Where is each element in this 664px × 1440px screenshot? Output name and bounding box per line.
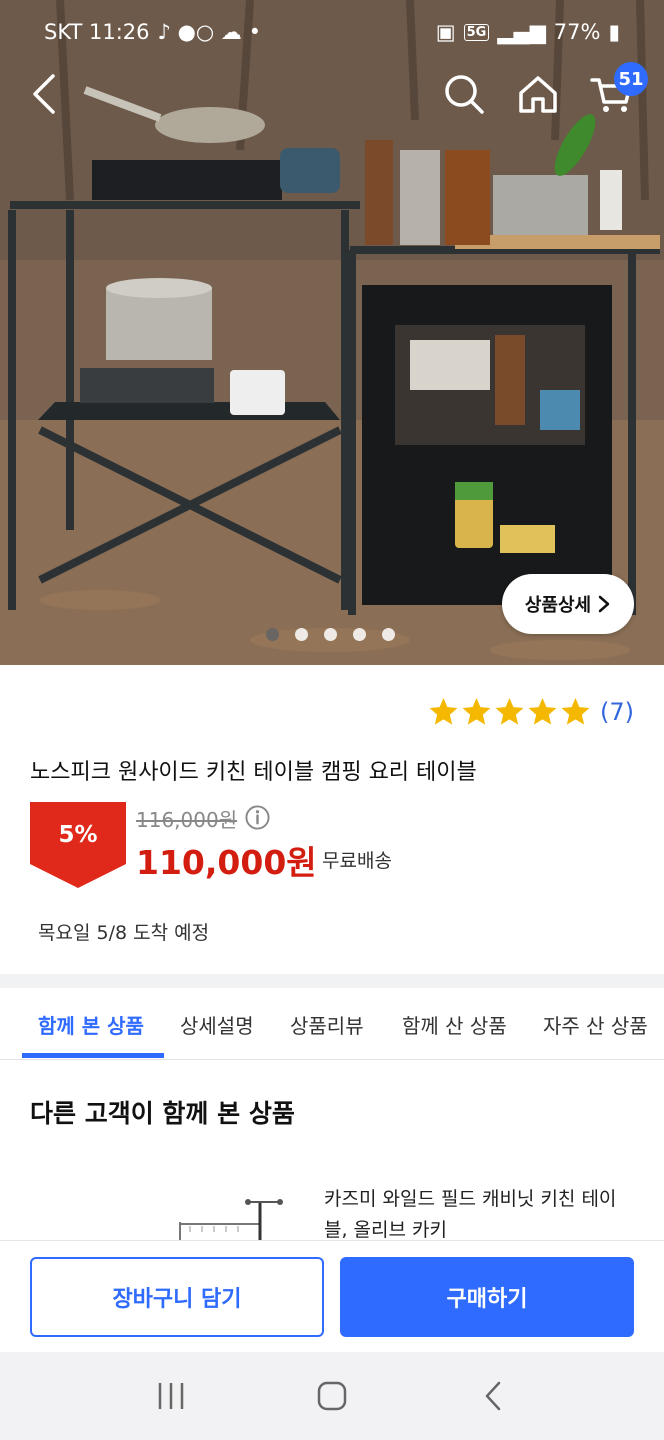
purchase-action-bar: 장바구니 담기 구매하기: [0, 1240, 664, 1352]
cart-button[interactable]: 51: [588, 62, 648, 118]
network-badge: 5G: [463, 23, 490, 41]
home-icon: [519, 76, 557, 113]
status-bar: SKT 11:26 ♪ ●○ ☁ • ▣ 5G ▂▄▆ 77% ▮: [0, 0, 664, 64]
battery-icon: ▮: [608, 20, 620, 44]
recent-apps-button[interactable]: [146, 1371, 196, 1421]
back-button[interactable]: [20, 70, 68, 118]
notification-icons: ♪ ●○ ☁ •: [157, 20, 261, 44]
search-button[interactable]: [440, 70, 488, 118]
product-photo: [0, 0, 664, 665]
star-icon: [429, 697, 458, 725]
shipping-info: 무료배송: [322, 850, 392, 872]
pagination-dot[interactable]: [266, 628, 279, 641]
sale-price: 110,000원: [136, 843, 317, 882]
home-square-icon: [317, 1381, 347, 1411]
recommended-product-thumbnail: [179, 1199, 283, 1242]
back-chevron-icon: [486, 1381, 501, 1411]
recent-apps-icon: [158, 1383, 183, 1409]
home-button[interactable]: [514, 70, 562, 118]
arrival-date: 목요일 5/8 도착 예정: [38, 922, 210, 944]
battery-text: 77%: [553, 20, 601, 44]
pagination-dot[interactable]: [295, 628, 308, 641]
review-count[interactable]: (7): [600, 698, 634, 726]
discount-rate: 5%: [58, 822, 98, 848]
carousel-pagination: [266, 628, 395, 641]
buy-now-button[interactable]: 구매하기: [340, 1257, 634, 1337]
carrier-time: SKT 11:26: [44, 20, 150, 44]
tab-reviews[interactable]: 상품리뷰: [290, 1010, 364, 1039]
section-title: 다른 고객이 함께 본 상품: [30, 1099, 295, 1128]
add-to-cart-button[interactable]: 장바구니 담기: [30, 1257, 324, 1337]
original-price: 116,000원: [136, 808, 238, 832]
product-detail-label: 상품상세: [524, 595, 592, 616]
pagination-dot[interactable]: [382, 628, 395, 641]
product-detail-button[interactable]: 상품상세: [502, 574, 634, 634]
star-icon: [528, 697, 557, 725]
tab-viewed-together[interactable]: 함께 본 상품: [38, 1010, 144, 1039]
pagination-dot[interactable]: [324, 628, 337, 641]
home-nav-button[interactable]: [307, 1371, 357, 1421]
cart-count-badge: 51: [614, 62, 648, 96]
system-navigation-bar: [0, 1352, 664, 1440]
sim-icon: ▣: [435, 20, 456, 44]
back-nav-button[interactable]: [468, 1371, 518, 1421]
star-icon: [495, 697, 524, 725]
chevron-right-icon: [598, 595, 610, 613]
star-icon: [561, 697, 590, 725]
tab-bought-together[interactable]: 함께 산 상품: [402, 1010, 507, 1039]
rating[interactable]: (7): [428, 696, 634, 727]
star-icon: [462, 697, 491, 725]
chevron-left-icon: [33, 74, 55, 114]
pagination-dot[interactable]: [353, 628, 366, 641]
product-title: 노스피크 원사이드 키친 테이블 캠핑 요리 테이블: [30, 760, 477, 785]
tab-description[interactable]: 상세설명: [180, 1010, 254, 1039]
signal-icon: ▂▄▆: [497, 20, 546, 44]
tab-frequently-bought[interactable]: 자주 산 상품: [543, 1010, 648, 1039]
discount-badge: 5%: [30, 802, 126, 888]
section-divider: [0, 974, 664, 988]
active-tab-indicator: [22, 1053, 164, 1058]
recommended-product[interactable]: 카즈미 와일드 필드 캐비닛 키친 테이블, 올리브 카키: [0, 1170, 664, 1242]
search-icon: [445, 75, 484, 114]
rating-stars: [428, 696, 591, 727]
product-image-carousel[interactable]: SKT 11:26 ♪ ●○ ☁ • ▣ 5G ▂▄▆ 77% ▮ 51 상품상…: [0, 0, 664, 665]
product-tabs: 함께 본 상품 상세설명 상품리뷰 함께 산 상품 자주 산 상품: [0, 990, 664, 1060]
recommended-product-name: 카즈미 와일드 필드 캐비닛 키친 테이블, 올리브 카키: [324, 1188, 617, 1241]
info-icon[interactable]: [244, 804, 271, 831]
